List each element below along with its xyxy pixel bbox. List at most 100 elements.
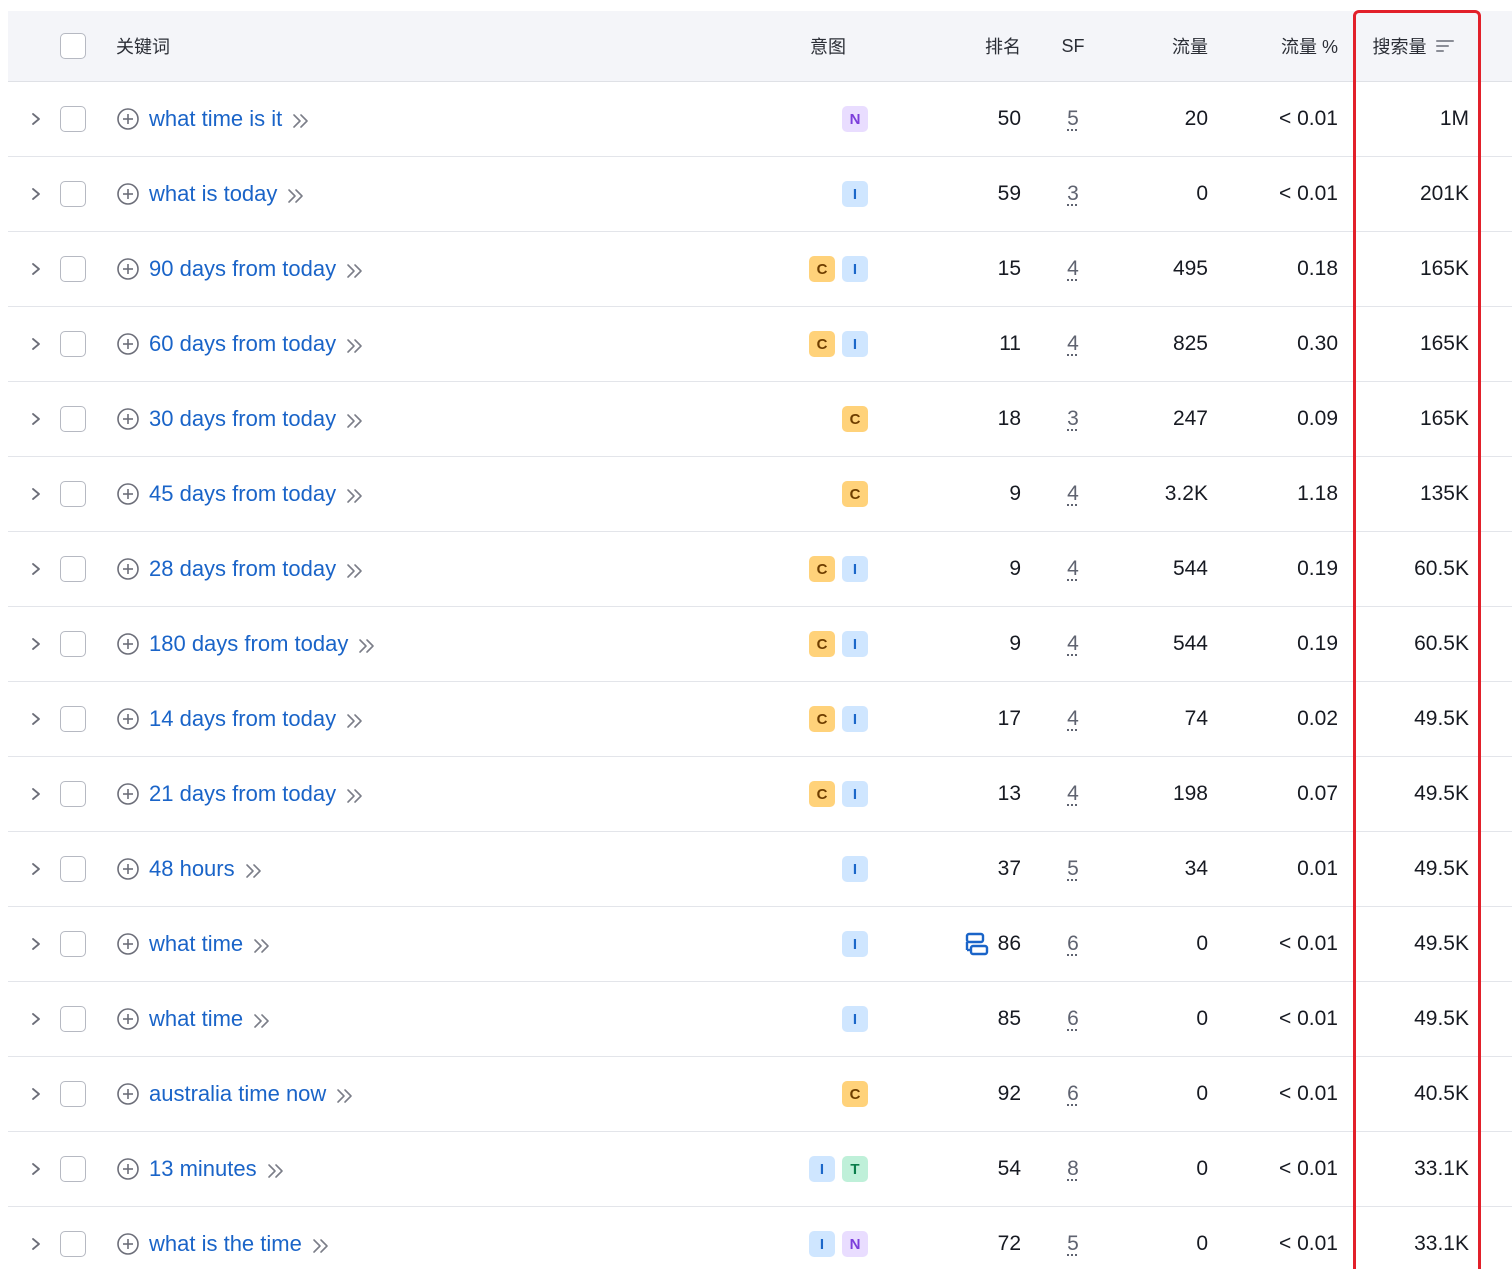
double-chevron-right-icon[interactable] bbox=[252, 1011, 272, 1027]
intent-badge-i[interactable]: I bbox=[842, 256, 868, 282]
sf-link[interactable]: 5 bbox=[1067, 857, 1079, 881]
double-chevron-right-icon[interactable] bbox=[345, 261, 365, 277]
keyword-link[interactable]: what time is it bbox=[149, 106, 282, 132]
keyword-link[interactable]: 13 minutes bbox=[149, 1156, 257, 1182]
intent-badge-i[interactable]: I bbox=[842, 931, 868, 957]
row-checkbox[interactable] bbox=[60, 106, 86, 132]
intent-badge-i[interactable]: I bbox=[842, 331, 868, 357]
double-chevron-right-icon[interactable] bbox=[286, 186, 306, 202]
double-chevron-right-icon[interactable] bbox=[345, 786, 365, 802]
row-checkbox[interactable] bbox=[60, 1081, 86, 1107]
keyword-link[interactable]: 21 days from today bbox=[149, 781, 336, 807]
row-checkbox[interactable] bbox=[60, 856, 86, 882]
intent-badge-c[interactable]: C bbox=[842, 481, 868, 507]
expand-button[interactable] bbox=[23, 757, 49, 831]
row-checkbox[interactable] bbox=[60, 256, 86, 282]
plus-circle-icon[interactable] bbox=[116, 107, 140, 131]
intent-badge-c[interactable]: C bbox=[842, 1081, 868, 1107]
intent-badge-i[interactable]: I bbox=[842, 856, 868, 882]
sf-link[interactable]: 8 bbox=[1067, 1157, 1079, 1181]
expand-button[interactable] bbox=[23, 1207, 49, 1269]
expand-button[interactable] bbox=[23, 382, 49, 456]
intent-badge-i[interactable]: I bbox=[842, 781, 868, 807]
intent-badge-i[interactable]: I bbox=[842, 1006, 868, 1032]
header-sf[interactable]: SF bbox=[1048, 11, 1098, 81]
sf-link[interactable]: 3 bbox=[1067, 182, 1079, 206]
double-chevron-right-icon[interactable] bbox=[357, 636, 377, 652]
keyword-link[interactable]: 90 days from today bbox=[149, 256, 336, 282]
row-checkbox[interactable] bbox=[60, 1231, 86, 1257]
intent-badge-t[interactable]: T bbox=[842, 1156, 868, 1182]
expand-button[interactable] bbox=[23, 82, 49, 156]
row-checkbox[interactable] bbox=[60, 181, 86, 207]
intent-badge-c[interactable]: C bbox=[809, 256, 835, 282]
keyword-link[interactable]: australia time now bbox=[149, 1081, 326, 1107]
plus-circle-icon[interactable] bbox=[116, 182, 140, 206]
keyword-link[interactable]: 60 days from today bbox=[149, 331, 336, 357]
keyword-link[interactable]: what time bbox=[149, 931, 243, 957]
expand-button[interactable] bbox=[23, 157, 49, 231]
expand-button[interactable] bbox=[23, 307, 49, 381]
expand-button[interactable] bbox=[23, 457, 49, 531]
header-traffic-pct[interactable]: 流量 % bbox=[1238, 11, 1338, 81]
sf-link[interactable]: 4 bbox=[1067, 557, 1079, 581]
intent-badge-i[interactable]: I bbox=[842, 181, 868, 207]
row-checkbox[interactable] bbox=[60, 1006, 86, 1032]
row-checkbox[interactable] bbox=[60, 781, 86, 807]
intent-badge-c[interactable]: C bbox=[809, 556, 835, 582]
sf-link[interactable]: 4 bbox=[1067, 632, 1079, 656]
header-volume[interactable]: 搜索量 bbox=[1358, 11, 1469, 81]
row-checkbox[interactable] bbox=[60, 706, 86, 732]
double-chevron-right-icon[interactable] bbox=[291, 111, 311, 127]
keyword-link[interactable]: what is today bbox=[149, 181, 277, 207]
sf-link[interactable]: 4 bbox=[1067, 332, 1079, 356]
intent-badge-i[interactable]: I bbox=[842, 556, 868, 582]
keyword-link[interactable]: what is the time bbox=[149, 1231, 302, 1257]
plus-circle-icon[interactable] bbox=[116, 1007, 140, 1031]
plus-circle-icon[interactable] bbox=[116, 482, 140, 506]
expand-button[interactable] bbox=[23, 607, 49, 681]
intent-badge-i[interactable]: I bbox=[809, 1231, 835, 1257]
intent-badge-i[interactable]: I bbox=[842, 631, 868, 657]
expand-button[interactable] bbox=[23, 907, 49, 981]
plus-circle-icon[interactable] bbox=[116, 332, 140, 356]
keyword-link[interactable]: 45 days from today bbox=[149, 481, 336, 507]
expand-button[interactable] bbox=[23, 832, 49, 906]
intent-badge-i[interactable]: I bbox=[842, 706, 868, 732]
plus-circle-icon[interactable] bbox=[116, 707, 140, 731]
expand-button[interactable] bbox=[23, 682, 49, 756]
row-checkbox[interactable] bbox=[60, 556, 86, 582]
select-all-checkbox[interactable] bbox=[60, 33, 86, 59]
double-chevron-right-icon[interactable] bbox=[311, 1236, 331, 1252]
expand-button[interactable] bbox=[23, 1132, 49, 1206]
row-checkbox[interactable] bbox=[60, 481, 86, 507]
sf-link[interactable]: 4 bbox=[1067, 782, 1079, 806]
plus-circle-icon[interactable] bbox=[116, 257, 140, 281]
double-chevron-right-icon[interactable] bbox=[345, 561, 365, 577]
row-checkbox[interactable] bbox=[60, 331, 86, 357]
intent-badge-i[interactable]: I bbox=[809, 1156, 835, 1182]
row-checkbox[interactable] bbox=[60, 931, 86, 957]
expand-button[interactable] bbox=[23, 232, 49, 306]
keyword-link[interactable]: what time bbox=[149, 1006, 243, 1032]
row-checkbox[interactable] bbox=[60, 631, 86, 657]
header-traffic[interactable]: 流量 bbox=[1118, 11, 1208, 81]
sf-link[interactable]: 3 bbox=[1067, 407, 1079, 431]
keyword-link[interactable]: 48 hours bbox=[149, 856, 235, 882]
intent-badge-c[interactable]: C bbox=[809, 631, 835, 657]
plus-circle-icon[interactable] bbox=[116, 1082, 140, 1106]
sf-link[interactable]: 6 bbox=[1067, 1007, 1079, 1031]
row-checkbox[interactable] bbox=[60, 406, 86, 432]
intent-badge-n[interactable]: N bbox=[842, 106, 868, 132]
sf-link[interactable]: 4 bbox=[1067, 482, 1079, 506]
keyword-link[interactable]: 14 days from today bbox=[149, 706, 336, 732]
plus-circle-icon[interactable] bbox=[116, 932, 140, 956]
plus-circle-icon[interactable] bbox=[116, 557, 140, 581]
double-chevron-right-icon[interactable] bbox=[345, 336, 365, 352]
intent-badge-c[interactable]: C bbox=[842, 406, 868, 432]
double-chevron-right-icon[interactable] bbox=[244, 861, 264, 877]
header-position[interactable]: 排名 bbox=[928, 11, 1021, 81]
sf-link[interactable]: 5 bbox=[1067, 1232, 1079, 1256]
double-chevron-right-icon[interactable] bbox=[252, 936, 272, 952]
plus-circle-icon[interactable] bbox=[116, 782, 140, 806]
